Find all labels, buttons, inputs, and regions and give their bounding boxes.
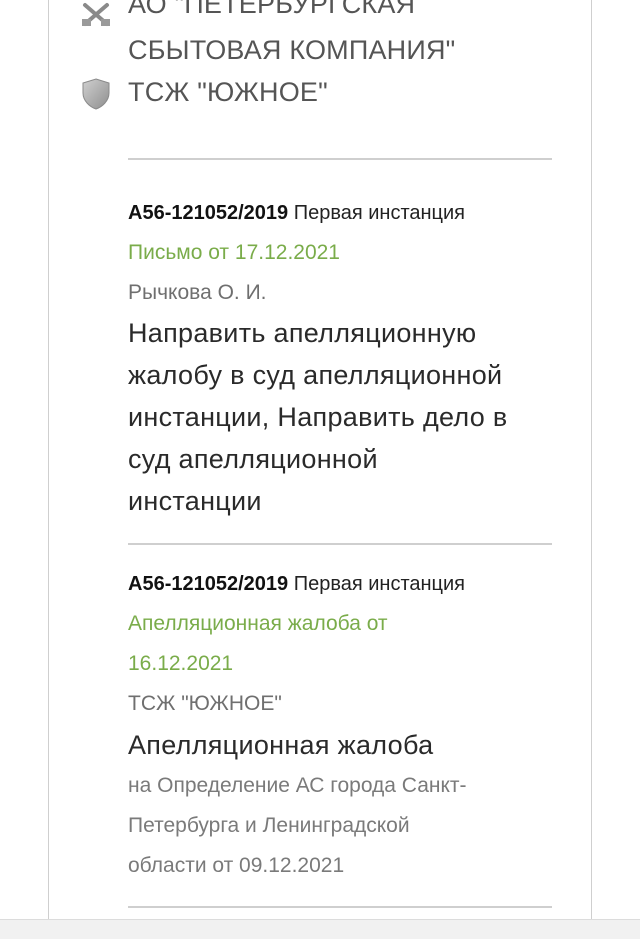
summary-line: инстанции, Направить дело в [128, 402, 508, 432]
divider [128, 158, 552, 160]
summary-line: Направить апелляционную [128, 318, 477, 348]
case-number-link[interactable]: А56-121052/2019 [128, 573, 288, 595]
event-description: на Определение АС города Санкт- Петербур… [128, 766, 568, 886]
summary-line: жалобу в суд апелляционной [128, 360, 503, 390]
defendant-name[interactable]: ТСЖ "ЮЖНОЕ" [128, 74, 328, 111]
judge-name: Рычкова О. И. [128, 281, 267, 304]
divider [128, 906, 552, 908]
case-header: А56-121052/2019 Первая инстанция [128, 193, 568, 233]
instance-label: Первая инстанция [293, 202, 466, 224]
document-link[interactable]: Письмо от 17.12.2021 [128, 233, 568, 273]
event-item: А56-121052/2019 Первая инстанция Письмо … [128, 193, 568, 522]
description-line: Петербурга и Ленинградской [128, 814, 410, 837]
description-line: области от 09.12.2021 [128, 854, 345, 877]
event-item: А56-121052/2019 Первая инстанция Апелляц… [128, 564, 568, 886]
plaintiff-icon [82, 2, 112, 33]
document-link-line[interactable]: 16.12.2021 [128, 644, 568, 684]
event-summary: Направить апелляционную жалобу в суд апе… [128, 312, 568, 522]
shield-icon [82, 78, 110, 115]
case-number-link[interactable]: А56-121052/2019 [128, 202, 288, 224]
document-link[interactable]: Апелляционная жалоба от 16.12.2021 [128, 604, 568, 684]
bottom-bar [0, 919, 640, 939]
case-header: А56-121052/2019 Первая инстанция [128, 564, 568, 604]
document-link-line[interactable]: Апелляционная жалоба от [128, 604, 568, 644]
summary-line: суд апелляционной [128, 444, 378, 474]
plaintiff-name-line2[interactable]: СБЫТОВАЯ КОМПАНИЯ" [128, 32, 455, 69]
plaintiff-name-line1[interactable]: АО "ПЕТЕРБУРГСКАЯ [128, 0, 415, 23]
summary-line: инстанции [128, 486, 262, 516]
description-line: на Определение АС города Санкт- [128, 774, 467, 797]
event-summary: Апелляционная жалоба [128, 730, 434, 760]
instance-label: Первая инстанция [293, 573, 466, 595]
divider [128, 543, 552, 545]
author-name: ТСЖ "ЮЖНОЕ" [128, 692, 282, 715]
